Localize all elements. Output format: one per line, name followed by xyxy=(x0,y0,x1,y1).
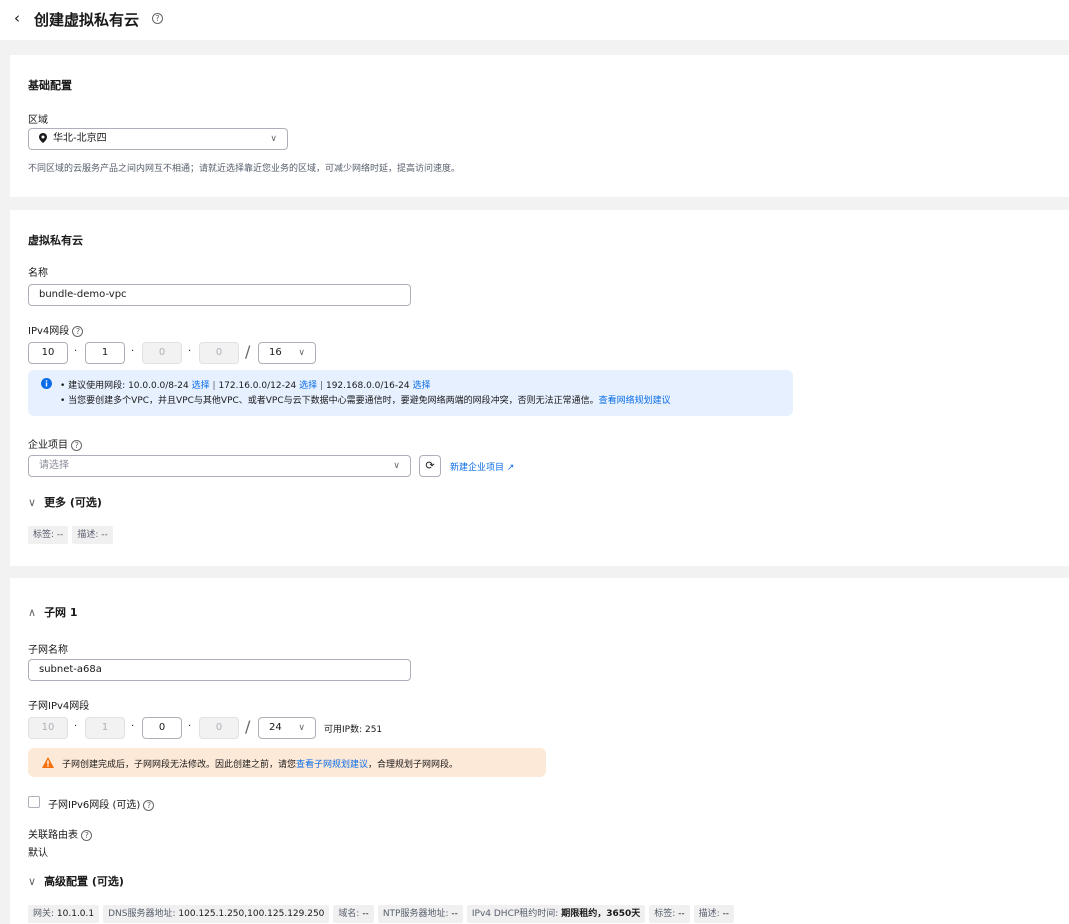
mask-select[interactable]: 16 ∨ xyxy=(258,342,316,364)
chevron-down-icon: ∨ xyxy=(298,723,305,733)
basic-config-card: 基础配置 区域 华北-北京四 ∨ 不同区域的云服务产品之间内网互不相通；请就近选… xyxy=(10,55,1069,197)
tag-item: 描述: -- xyxy=(72,526,113,544)
enterprise-select[interactable]: 请选择 ∨ xyxy=(28,455,411,477)
advanced-tags: 网关: 10.1.0.1 DNS服务器地址: 100.125.1.250,100… xyxy=(28,905,735,923)
help-icon[interactable]: ? xyxy=(81,829,93,841)
subnet-name-input[interactable]: subnet-a68a xyxy=(28,659,411,681)
subnet-plan-link[interactable]: 查看子网规划建议 xyxy=(296,760,368,770)
slash-separator: / xyxy=(245,717,251,736)
tag-item: 域名: -- xyxy=(333,905,374,923)
chevron-down-icon: ∨ xyxy=(28,496,37,509)
vpc-name-label: 名称 xyxy=(28,268,48,279)
vpc-name-input[interactable]: bundle-demo-vpc xyxy=(28,284,411,306)
info-line-1: • 建议使用网段: 10.0.0.0/8-24 选择 | 172.16.0.0/… xyxy=(60,381,431,391)
region-select[interactable]: 华北-北京四 ∨ xyxy=(28,128,288,150)
select-link[interactable]: 选择 xyxy=(192,381,210,391)
info-line-2: • 当您要创建多个VPC，并且VPC与其他VPC、或者VPC与云下数据中心需要通… xyxy=(60,396,671,406)
chevron-down-icon: ∨ xyxy=(28,875,37,888)
region-hint: 不同区域的云服务产品之间内网互不相通；请就近选择靠近您业务的区域，可减少网络时延… xyxy=(28,164,461,174)
info-box: • 建议使用网段: 10.0.0.0/8-24 选择 | 172.16.0.0/… xyxy=(28,370,793,416)
dot-separator: · xyxy=(131,346,135,357)
page-header: ‹ 创建虚拟私有云 ? xyxy=(0,0,1069,40)
section-title: 基础配置 xyxy=(28,79,72,92)
subnet-toggle[interactable]: ∧ 子网 1 xyxy=(28,604,78,620)
chevron-down-icon: ∨ xyxy=(270,134,277,144)
tag-item: NTP服务器地址: -- xyxy=(377,905,463,923)
info-icon xyxy=(41,378,52,389)
region-value: 华北-北京四 xyxy=(53,133,107,144)
mask-select[interactable]: 24 ∨ xyxy=(258,717,316,739)
ip-octet-4: 0 xyxy=(199,342,239,364)
tag-item: 描述: -- xyxy=(693,905,735,923)
tag-item: IPv4 DHCP租约时间: 期限租约，3650天 xyxy=(466,905,646,923)
route-table-label: 关联路由表 ? xyxy=(28,826,93,841)
refresh-icon[interactable]: ⟳ xyxy=(419,455,441,477)
dot-separator: · xyxy=(74,721,78,732)
subnet-name-label: 子网名称 xyxy=(28,645,68,656)
tag-item: 网关: 10.1.0.1 xyxy=(28,905,100,923)
ip-octet-4: 0 xyxy=(199,717,239,739)
help-icon[interactable]: ? xyxy=(143,799,155,811)
ipv6-checkbox[interactable] xyxy=(28,796,40,808)
warning-icon xyxy=(42,757,54,768)
help-icon[interactable]: ? xyxy=(152,13,163,24)
route-table-value: 默认 xyxy=(28,848,48,859)
tag-item: 标签: -- xyxy=(28,526,69,544)
section-title: 虚拟私有云 xyxy=(28,234,83,247)
ip-octet-1: 10 xyxy=(28,717,68,739)
ip-octet-3: 0 xyxy=(142,342,182,364)
slash-separator: / xyxy=(245,342,251,361)
help-icon[interactable]: ? xyxy=(72,325,84,337)
back-icon[interactable]: ‹ xyxy=(14,9,20,27)
tag-item: 标签: -- xyxy=(649,905,690,923)
select-link[interactable]: 选择 xyxy=(299,381,317,391)
ipv6-label: 子网IPv6网段 (可选) ? xyxy=(48,796,155,811)
subnet-ipv4-label: 子网IPv4网段 xyxy=(28,701,90,712)
ip-octet-2: 1 xyxy=(85,717,125,739)
dot-separator: · xyxy=(74,346,78,357)
chevron-down-icon: ∨ xyxy=(393,461,400,471)
chevron-up-icon: ∧ xyxy=(28,606,37,619)
ip-octet-1[interactable]: 10 xyxy=(28,342,68,364)
new-enterprise-link[interactable]: 新建企业项目 ↗ xyxy=(450,460,514,473)
tag-item: DNS服务器地址: 100.125.1.250,100.125.129.250 xyxy=(103,905,330,923)
ip-octet-2[interactable]: 1 xyxy=(85,342,125,364)
chevron-down-icon: ∨ xyxy=(298,348,305,358)
location-icon xyxy=(39,133,47,143)
warning-box: 子网创建完成后，子网网段无法修改。因此创建之前，请您查看子网规划建议，合理规划子… xyxy=(28,748,546,777)
vpc-tags: 标签: -- 描述: -- xyxy=(28,526,113,544)
region-label: 区域 xyxy=(28,115,48,126)
select-link[interactable]: 选择 xyxy=(412,381,430,391)
available-ip: 可用IP数: 251 xyxy=(324,725,383,735)
enterprise-label: 企业项目 ? xyxy=(28,436,83,451)
advanced-toggle[interactable]: ∨ 高级配置 (可选) xyxy=(28,873,124,889)
ip-octet-3[interactable]: 0 xyxy=(142,717,182,739)
dot-separator: · xyxy=(188,721,192,732)
page-title: 创建虚拟私有云 xyxy=(34,11,140,29)
ipv4-label: IPv4网段 ? xyxy=(28,322,84,337)
dot-separator: · xyxy=(188,346,192,357)
help-icon[interactable]: ? xyxy=(71,439,83,451)
more-toggle[interactable]: ∨ 更多 (可选) xyxy=(28,494,102,510)
network-plan-link[interactable]: 查看网络规划建议 xyxy=(599,396,671,406)
vpc-card: 虚拟私有云 名称 bundle-demo-vpc IPv4网段 ? 10 · 1… xyxy=(10,210,1069,566)
external-link-icon: ↗ xyxy=(506,463,515,473)
dot-separator: · xyxy=(131,721,135,732)
warning-text: 子网创建完成后，子网网段无法修改。因此创建之前，请您查看子网规划建议，合理规划子… xyxy=(62,760,459,770)
